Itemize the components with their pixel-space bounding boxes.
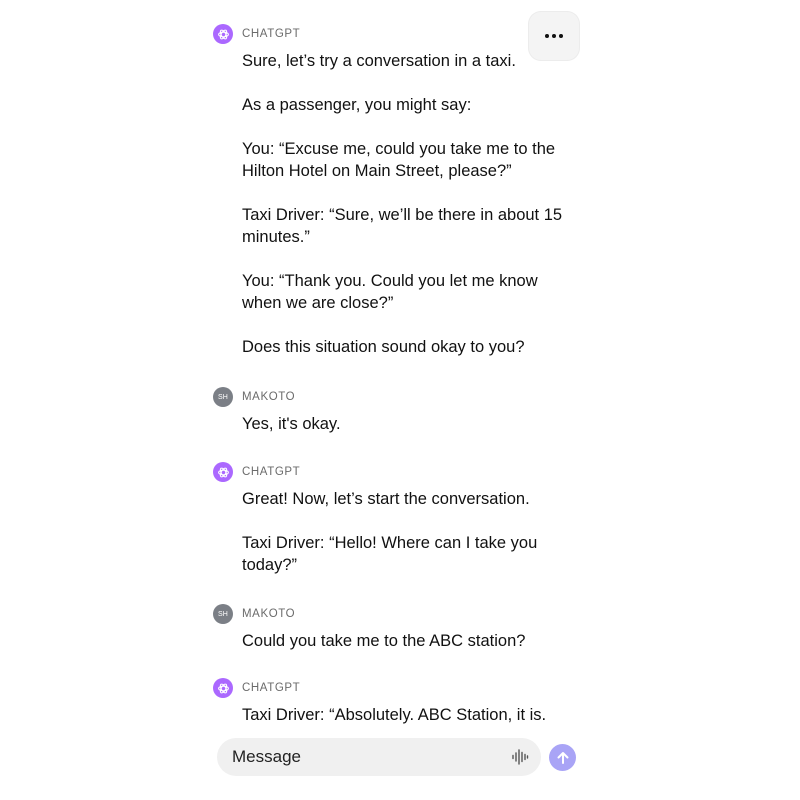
chat-screen: CHATGPT Sure, let’s try a conversation i… xyxy=(0,0,800,800)
chatgpt-avatar xyxy=(213,24,233,44)
message-paragraph: Yes, it's okay. xyxy=(242,415,341,433)
more-horizontal-icon xyxy=(545,34,549,38)
sender-name: MAKOTO xyxy=(242,608,296,620)
more-options-button[interactable] xyxy=(529,12,579,60)
chat-message: CHATGPT Taxi Driver: “Absolutely. ABC St… xyxy=(213,677,573,726)
more-horizontal-icon xyxy=(559,34,563,38)
message-header: CHATGPT xyxy=(213,23,573,45)
message-paragraph: Taxi Driver: “Hello! Where can I take yo… xyxy=(242,534,538,574)
message-input-placeholder: Message xyxy=(232,747,301,766)
user-avatar: SH xyxy=(213,387,233,407)
message-composer: Message xyxy=(0,733,800,800)
message-header: SH MAKOTO xyxy=(213,386,573,408)
voice-waveform-icon[interactable] xyxy=(511,748,529,766)
message-body: Great! Now, let’s start the conversation… xyxy=(242,488,572,576)
sender-name: CHATGPT xyxy=(242,28,301,40)
chatgpt-avatar xyxy=(213,462,233,482)
chat-message: CHATGPT Sure, let’s try a conversation i… xyxy=(213,23,573,358)
message-body: Sure, let’s try a conversation in a taxi… xyxy=(242,50,572,358)
sender-name: CHATGPT xyxy=(242,682,301,694)
chat-message: SH MAKOTO Yes, it's okay. xyxy=(213,386,573,435)
message-paragraph: Sure, let’s try a conversation in a taxi… xyxy=(242,52,516,70)
openai-logo-icon xyxy=(217,29,229,39)
chatgpt-avatar xyxy=(213,678,233,698)
message-paragraph: Taxi Driver: “Sure, we’ll be there in ab… xyxy=(242,206,563,246)
message-body: Could you take me to the ABC station? xyxy=(242,630,572,652)
message-paragraph: Does this situation sound okay to you? xyxy=(242,338,525,356)
openai-logo-icon xyxy=(217,683,229,693)
message-body: Taxi Driver: “Absolutely. ABC Station, i… xyxy=(242,704,572,726)
chat-message: SH MAKOTO Could you take me to the ABC s… xyxy=(213,603,573,652)
chat-message: CHATGPT Great! Now, let’s start the conv… xyxy=(213,461,573,576)
message-header: SH MAKOTO xyxy=(213,603,573,625)
message-paragraph: You: “Excuse me, could you take me to th… xyxy=(242,140,556,180)
sender-name: MAKOTO xyxy=(242,391,296,403)
openai-logo-icon xyxy=(217,467,229,477)
message-input[interactable]: Message xyxy=(217,738,541,776)
message-paragraph: Taxi Driver: “Absolutely. ABC Station, i… xyxy=(242,706,547,724)
arrow-up-icon xyxy=(557,751,568,764)
message-paragraph: As a passenger, you might say: xyxy=(242,96,472,114)
message-paragraph: Could you take me to the ABC station? xyxy=(242,632,526,650)
send-button[interactable] xyxy=(549,744,576,771)
message-body: Yes, it's okay. xyxy=(242,413,572,435)
message-paragraph: Great! Now, let’s start the conversation… xyxy=(242,490,530,508)
message-header: CHATGPT xyxy=(213,677,573,699)
conversation-thread[interactable]: CHATGPT Sure, let’s try a conversation i… xyxy=(0,0,800,733)
message-paragraph: You: “Thank you. Could you let me know w… xyxy=(242,272,538,312)
user-avatar: SH xyxy=(213,604,233,624)
more-horizontal-icon xyxy=(552,34,556,38)
message-header: CHATGPT xyxy=(213,461,573,483)
sender-name: CHATGPT xyxy=(242,466,301,478)
